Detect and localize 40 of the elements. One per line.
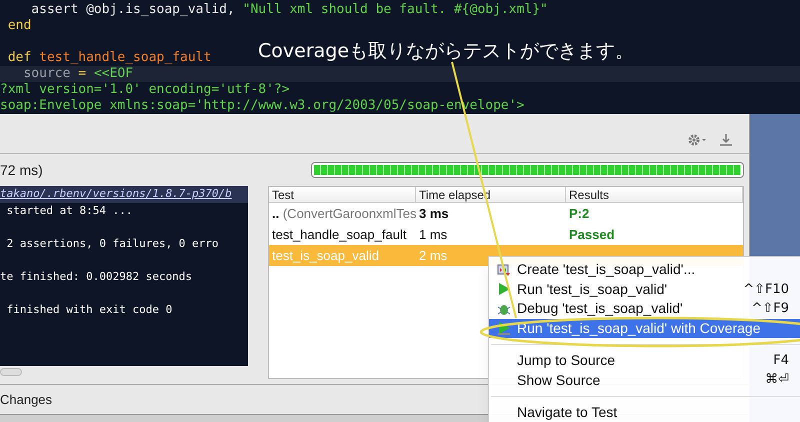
table-row[interactable]: test_handle_soap_fault 1 ms Passed [269,224,743,245]
console-line: started at 8:54 ... [6,204,132,217]
elapsed-cell: 1 ms [419,226,448,242]
shortcut-text: ^⇧F9 [751,300,789,318]
code-line: source = <<EOF [22,66,134,81]
play-icon [497,282,511,296]
changes-tab[interactable]: Changes [0,390,52,410]
test-name: test_handle_soap_fault [272,226,406,242]
gear-icon[interactable] [687,132,707,146]
shortcut-text: F4 [773,352,789,370]
menu-item[interactable]: Show Source ⌘⏎ [489,370,800,390]
code-line: assert @obj.is_soap_valid, "Null xml should be fault. #{@obj.xml}" [30,2,548,17]
parent-marker: .. [272,206,280,221]
elapsed-cell: 2 ms [419,248,448,263]
annotation-text: Coverageも取りながらテストができます。 [258,39,634,64]
result-cell: P:2 [569,206,590,221]
console-line: te finished: 0.002982 seconds [0,270,192,283]
command-link[interactable]: takano/.rbenv/versions/1.8.7-p370/b [0,186,248,203]
code-line: ?xml version='1.0' encoding='utf-8'?> [0,82,290,97]
code-line: end [6,18,32,33]
console-line: finished with exit code 0 [6,303,172,316]
elapsed-time: 72 ms) [0,160,43,180]
menu-item[interactable]: Run 'test_is_soap_valid' ^⇧F10 [489,280,800,299]
menu-item[interactable]: Debug 'test_is_soap_valid' ^⇧F9 [489,299,800,318]
shortcut-text: ^⇧F10 [743,280,789,298]
elapsed-cell: 3 ms [419,206,449,221]
column-header[interactable]: Results [566,187,743,202]
code-line: def test_handle_soap_fault [6,50,212,65]
console-line: 2 assertions, 0 failures, 0 erro [6,237,219,250]
shortcut-text: ⌘⏎ [765,371,789,390]
test-name: (ConvertGaroonxmlTes [282,206,416,221]
table-row[interactable]: .. (ConvertGaroonxmlTes 3 ms P:2 [269,203,743,224]
test-name: test_is_soap_valid [272,248,379,263]
download-icon[interactable] [719,132,733,146]
coverage-play-icon [497,321,511,336]
scrollbar[interactable] [0,368,22,376]
result-cell: Passed [569,226,615,242]
menu-item[interactable]: Jump to Source F4 [489,350,800,370]
menu-item[interactable]: Navigate to Test [489,402,800,422]
column-header[interactable]: Test [269,187,416,202]
